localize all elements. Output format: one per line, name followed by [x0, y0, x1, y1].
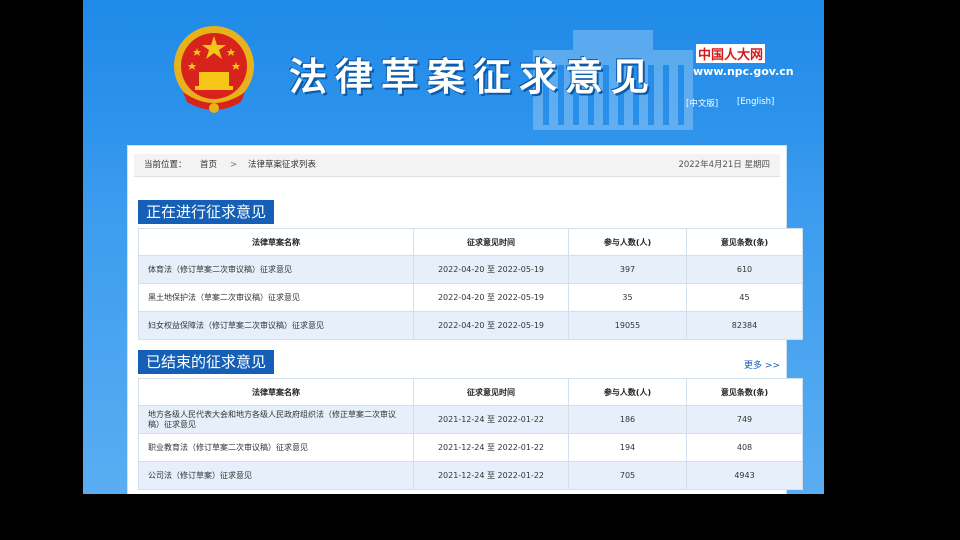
draft-name-link[interactable]: 妇女权益保障法（修订草案二次审议稿）征求意见	[138, 311, 414, 340]
current-date: 2022年4月21日 星期四	[678, 160, 770, 170]
breadcrumb-label: 当前位置：	[144, 160, 187, 170]
column-header-people: 参与人数(人)	[568, 378, 687, 406]
table-row: 地方各级人民代表大会和地方各级人民政府组织法（修正草案二次审议稿）征求意见 20…	[138, 405, 803, 434]
breadcrumb-current: 法律草案征求列表	[248, 160, 317, 170]
comment-period: 2021-12-24 至 2022-01-22	[413, 433, 569, 462]
npc-logo[interactable]: 中国人大网	[696, 44, 766, 63]
opinion-count: 82384	[686, 311, 803, 340]
column-header-people: 参与人数(人)	[568, 228, 687, 256]
column-header-time: 征求意见时间	[413, 228, 569, 256]
table-row: 体育法（修订草案二次审议稿）征求意见 2022-04-20 至 2022-05-…	[138, 255, 803, 284]
national-emblem-icon	[174, 26, 254, 113]
site-header: 法律草案征求意见 中国人大网 www.npc.gov.cn [中文版] [Eng…	[83, 0, 824, 140]
participant-count: 19055	[568, 311, 687, 340]
participant-count: 705	[568, 461, 687, 490]
draft-name-link[interactable]: 地方各级人民代表大会和地方各级人民政府组织法（修正草案二次审议稿）征求意见	[138, 405, 414, 434]
site-title: 法律草案征求意见	[289, 54, 658, 99]
column-header-time: 征求意见时间	[413, 378, 569, 406]
table-row: 黑土地保护法（草案二次审议稿）征求意见 2022-04-20 至 2022-05…	[138, 283, 803, 312]
table-row: 职业教育法（修订草案二次审议稿）征求意见 2021-12-24 至 2022-0…	[138, 433, 803, 462]
comment-period: 2022-04-20 至 2022-05-19	[413, 311, 569, 340]
opinion-count: 749	[686, 405, 803, 434]
ongoing-section-title: 正在进行征求意见	[138, 200, 275, 224]
draft-name-link[interactable]: 职业教育法（修订草案二次审议稿）征求意见	[138, 433, 414, 462]
page: 法律草案征求意见 中国人大网 www.npc.gov.cn [中文版] [Eng…	[83, 0, 824, 494]
main-content: 当前位置： 首页 > 法律草案征求列表 2022年4月21日 星期四 正在进行征…	[127, 145, 803, 494]
participant-count: 35	[568, 283, 687, 312]
ongoing-table: 法律草案名称 征求意见时间 参与人数(人) 意见条数(条) 体育法（修订草案二次…	[138, 228, 803, 340]
opinion-count: 408	[686, 433, 803, 462]
column-header-opinions: 意见条数(条)	[686, 378, 803, 406]
draft-name-link[interactable]: 公司法（修订草案）征求意见	[138, 461, 414, 490]
comment-period: 2021-12-24 至 2022-01-22	[413, 461, 569, 490]
participant-count: 194	[568, 433, 687, 462]
table-row: 妇女权益保障法（修订草案二次审议稿）征求意见 2022-04-20 至 2022…	[138, 311, 803, 340]
lang-chinese-link[interactable]: [中文版]	[686, 97, 718, 109]
draft-name-link[interactable]: 体育法（修订草案二次审议稿）征求意见	[138, 255, 414, 284]
more-link[interactable]: 更多 >>	[744, 358, 780, 371]
opinion-count: 45	[686, 283, 803, 312]
comment-period: 2022-04-20 至 2022-05-19	[413, 255, 569, 284]
opinion-count: 4943	[686, 461, 803, 490]
opinion-count: 610	[686, 255, 803, 284]
draft-name-link[interactable]: 黑土地保护法（草案二次审议稿）征求意见	[138, 283, 414, 312]
breadcrumb: 当前位置： 首页 > 法律草案征求列表 2022年4月21日 星期四	[134, 154, 780, 177]
npc-url[interactable]: www.npc.gov.cn	[693, 65, 794, 78]
participant-count: 186	[568, 405, 687, 434]
lang-english-link[interactable]: [English]	[737, 97, 774, 107]
comment-period: 2021-12-24 至 2022-01-22	[413, 405, 569, 434]
breadcrumb-separator: >	[230, 160, 238, 170]
column-header-name: 法律草案名称	[138, 228, 414, 256]
column-header-name: 法律草案名称	[138, 378, 414, 406]
comment-period: 2022-04-20 至 2022-05-19	[413, 283, 569, 312]
breadcrumb-home-link[interactable]: 首页	[200, 154, 217, 176]
finished-table: 法律草案名称 征求意见时间 参与人数(人) 意见条数(条) 地方各级人民代表大会…	[138, 378, 803, 490]
table-row: 公司法（修订草案）征求意见 2021-12-24 至 2022-01-22 70…	[138, 461, 803, 490]
participant-count: 397	[568, 255, 687, 284]
column-header-opinions: 意见条数(条)	[686, 228, 803, 256]
finished-section-title: 已结束的征求意见	[138, 350, 275, 374]
